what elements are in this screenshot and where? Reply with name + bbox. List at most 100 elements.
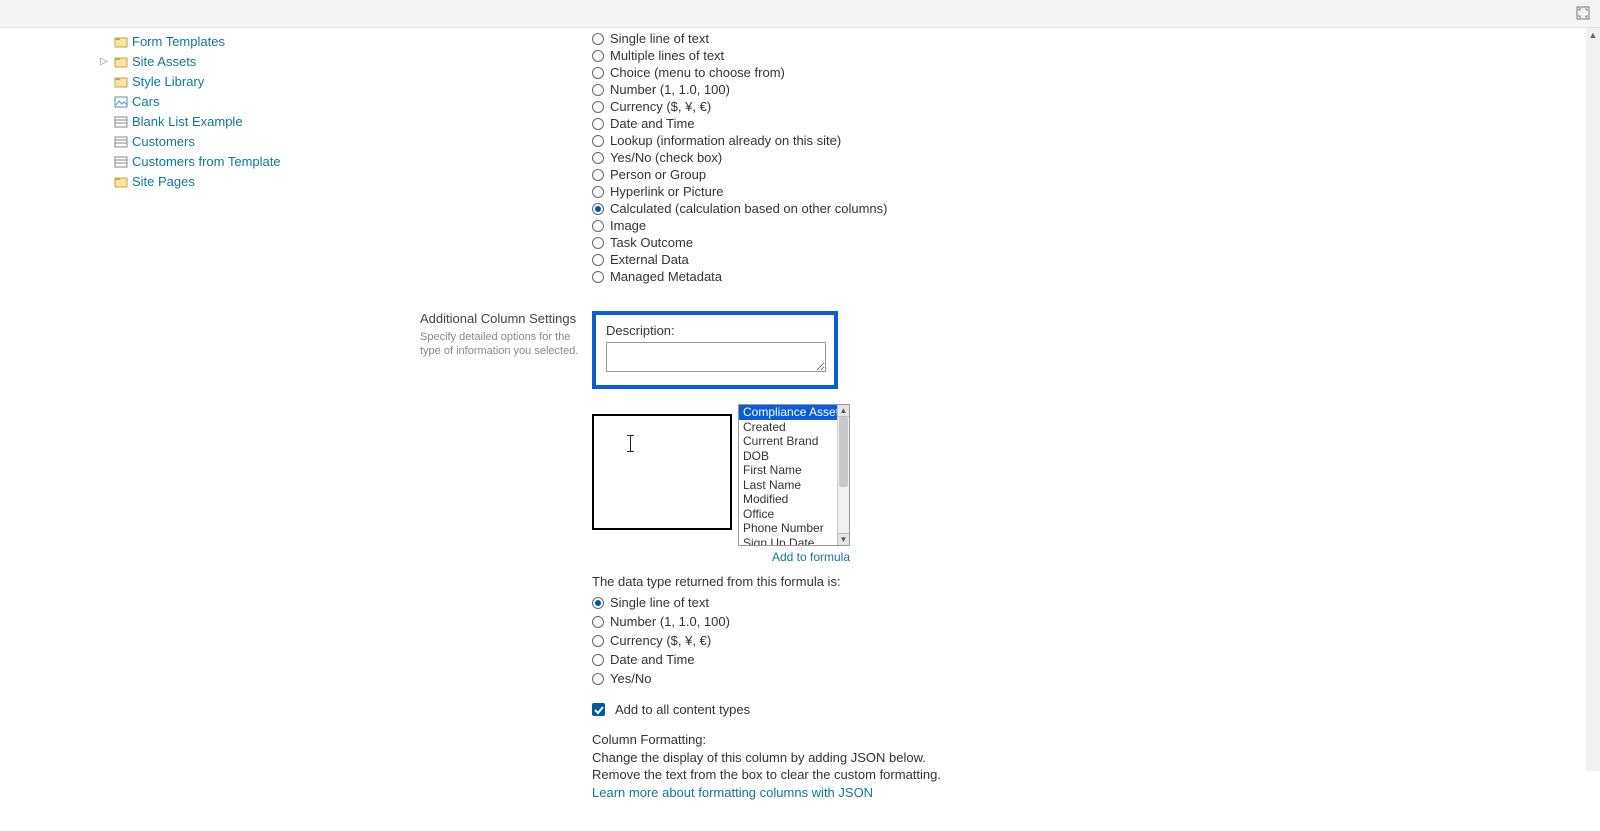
column-type-option[interactable]: Multiple lines of text bbox=[592, 47, 888, 64]
sidebar-item-label[interactable]: Form Templates bbox=[132, 32, 225, 52]
return-type-label: Number (1, 1.0, 100) bbox=[610, 612, 730, 631]
folder-icon bbox=[114, 175, 128, 189]
column-type-option[interactable]: Hyperlink or Picture bbox=[592, 183, 888, 200]
column-type-label: Currency ($, ¥, €) bbox=[610, 98, 711, 115]
radio-icon[interactable] bbox=[592, 635, 604, 647]
insert-column-option[interactable]: Last Name bbox=[739, 478, 837, 493]
insert-column-option[interactable]: Phone Number bbox=[739, 521, 837, 536]
sidebar-item-site-pages[interactable]: Site Pages bbox=[100, 172, 420, 192]
radio-icon[interactable] bbox=[592, 186, 604, 198]
return-type-label: Date and Time bbox=[610, 650, 695, 669]
folder-icon bbox=[114, 55, 128, 69]
sidebar-item-label[interactable]: Style Library bbox=[132, 72, 204, 92]
formatting-heading: Column Formatting: bbox=[592, 731, 941, 749]
radio-icon[interactable] bbox=[592, 152, 604, 164]
sidebar-item-customers-template[interactable]: Customers from Template bbox=[100, 152, 420, 172]
radio-icon[interactable] bbox=[592, 33, 604, 45]
insert-column-option[interactable]: Created bbox=[739, 420, 837, 435]
insert-column-option[interactable]: Office bbox=[739, 507, 837, 522]
insert-column-option[interactable]: First Name bbox=[739, 463, 837, 478]
add-all-types-checkbox[interactable] bbox=[592, 703, 605, 716]
focus-mode-icon[interactable] bbox=[1576, 6, 1590, 20]
formula-textarea[interactable] bbox=[592, 414, 732, 530]
return-type-group: Single line of textNumber (1, 1.0, 100)C… bbox=[592, 593, 941, 688]
radio-icon[interactable] bbox=[592, 169, 604, 181]
scroll-down-icon[interactable]: ▼ bbox=[837, 533, 849, 545]
radio-icon[interactable] bbox=[592, 135, 604, 147]
sidebar-item-blank-list[interactable]: Blank List Example bbox=[100, 112, 420, 132]
column-type-option[interactable]: External Data bbox=[592, 251, 888, 268]
column-formatting-block: Column Formatting: Change the display of… bbox=[592, 731, 941, 801]
insert-column-listbox[interactable]: Compliance Asset IdCreatedCurrent BrandD… bbox=[738, 404, 850, 546]
column-type-option[interactable]: Person or Group bbox=[592, 166, 888, 183]
sidebar-item-form-templates[interactable]: Form Templates bbox=[100, 32, 420, 52]
radio-icon[interactable] bbox=[592, 118, 604, 130]
text-cursor-icon bbox=[630, 436, 631, 451]
column-type-option[interactable]: Choice (menu to choose from) bbox=[592, 64, 888, 81]
column-type-option[interactable]: Calculated (calculation based on other c… bbox=[592, 200, 888, 217]
column-type-option[interactable]: Single line of text bbox=[592, 30, 888, 47]
radio-icon[interactable] bbox=[592, 597, 604, 609]
sidebar-item-label[interactable]: Customers from Template bbox=[132, 152, 281, 172]
column-type-option[interactable]: Task Outcome bbox=[592, 234, 888, 251]
sidebar-item-style-library[interactable]: Style Library bbox=[100, 72, 420, 92]
page-scrollbar[interactable]: ▲ bbox=[1586, 28, 1600, 771]
column-type-option[interactable]: Managed Metadata bbox=[592, 268, 888, 285]
radio-icon[interactable] bbox=[592, 101, 604, 113]
return-type-option[interactable]: Number (1, 1.0, 100) bbox=[592, 612, 941, 631]
sidebar-item-site-assets[interactable]: ▷ Site Assets bbox=[100, 52, 420, 72]
expand-caret-icon[interactable]: ▷ bbox=[100, 52, 110, 72]
radio-icon[interactable] bbox=[592, 673, 604, 685]
radio-icon[interactable] bbox=[592, 254, 604, 266]
column-type-label: Lookup (information already on this site… bbox=[610, 132, 841, 149]
settings-heading: Additional Column Settings bbox=[420, 311, 592, 326]
column-type-option[interactable]: Date and Time bbox=[592, 115, 888, 132]
radio-icon[interactable] bbox=[592, 50, 604, 62]
column-type-label: External Data bbox=[610, 251, 689, 268]
radio-icon[interactable] bbox=[592, 220, 604, 232]
column-type-option[interactable]: Image bbox=[592, 217, 888, 234]
formatting-learn-more-link[interactable]: Learn more about formatting columns with… bbox=[592, 785, 873, 800]
image-list-icon bbox=[114, 95, 128, 109]
sidebar-item-label[interactable]: Site Assets bbox=[132, 52, 196, 72]
radio-icon[interactable] bbox=[592, 67, 604, 79]
folder-icon bbox=[114, 75, 128, 89]
sidebar-item-label[interactable]: Blank List Example bbox=[132, 112, 243, 132]
column-type-label: Managed Metadata bbox=[610, 268, 722, 285]
scroll-up-icon[interactable]: ▲ bbox=[1586, 28, 1600, 42]
radio-icon[interactable] bbox=[592, 237, 604, 249]
column-type-option[interactable]: Yes/No (check box) bbox=[592, 149, 888, 166]
column-type-option[interactable]: Lookup (information already on this site… bbox=[592, 132, 888, 149]
scroll-up-icon[interactable]: ▲ bbox=[837, 405, 849, 417]
return-type-option[interactable]: Date and Time bbox=[592, 650, 941, 669]
return-type-option[interactable]: Currency ($, ¥, €) bbox=[592, 631, 941, 650]
radio-icon[interactable] bbox=[592, 616, 604, 628]
add-to-formula-link[interactable]: Add to formula bbox=[772, 550, 850, 564]
column-type-option[interactable]: Number (1, 1.0, 100) bbox=[592, 81, 888, 98]
insert-column-option[interactable]: Compliance Asset Id bbox=[739, 405, 837, 420]
radio-icon[interactable] bbox=[592, 84, 604, 96]
add-all-types-label: Add to all content types bbox=[615, 702, 750, 717]
column-type-label: Yes/No (check box) bbox=[610, 149, 722, 166]
description-textarea[interactable] bbox=[606, 342, 826, 372]
scrollbar-thumb[interactable] bbox=[839, 417, 848, 487]
column-type-label: Single line of text bbox=[610, 30, 709, 47]
sidebar-item-customers[interactable]: Customers bbox=[100, 132, 420, 152]
insert-column-option[interactable]: DOB bbox=[739, 449, 837, 464]
radio-icon[interactable] bbox=[592, 271, 604, 283]
radio-icon[interactable] bbox=[592, 654, 604, 666]
sidebar-item-cars[interactable]: Cars bbox=[100, 92, 420, 112]
return-type-option[interactable]: Yes/No bbox=[592, 669, 941, 688]
return-type-option[interactable]: Single line of text bbox=[592, 593, 941, 612]
insert-column-option[interactable]: Sign Up Date bbox=[739, 536, 837, 547]
sidebar-item-label[interactable]: Site Pages bbox=[132, 172, 195, 192]
insert-column-option[interactable]: Current Brand bbox=[739, 434, 837, 449]
column-type-option[interactable]: Currency ($, ¥, €) bbox=[592, 98, 888, 115]
scrollbar-track[interactable] bbox=[837, 417, 849, 533]
radio-icon[interactable] bbox=[592, 203, 604, 215]
sidebar-item-label[interactable]: Cars bbox=[132, 92, 159, 112]
column-type-group: Single line of textMultiple lines of tex… bbox=[592, 30, 888, 285]
sidebar-item-label[interactable]: Customers bbox=[132, 132, 195, 152]
insert-column-option[interactable]: Modified bbox=[739, 492, 837, 507]
description-label: Description: bbox=[606, 323, 824, 338]
